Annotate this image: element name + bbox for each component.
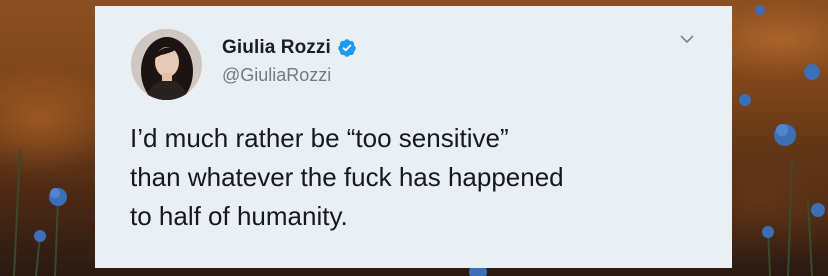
profile-photo-icon xyxy=(131,29,202,100)
background-photo: Giulia Rozzi @GiuliaRozzi I’d much rathe… xyxy=(0,0,828,276)
tweet-text: I’d much rather be “too sensitive” than … xyxy=(130,119,720,236)
tweet-text-line: to half of humanity. xyxy=(130,201,348,231)
chevron-down-icon[interactable] xyxy=(679,31,695,47)
tweet-text-line: I’d much rather be “too sensitive” xyxy=(130,123,509,153)
author-display-name[interactable]: Giulia Rozzi xyxy=(222,37,331,59)
tweet-text-line: than whatever the fuck has happened xyxy=(130,162,564,192)
author-name-row: Giulia Rozzi xyxy=(222,37,357,59)
tweet-card[interactable]: Giulia Rozzi @GiuliaRozzi I’d much rathe… xyxy=(95,6,732,268)
author-handle[interactable]: @GiuliaRozzi xyxy=(222,65,331,86)
author-avatar[interactable] xyxy=(131,29,202,100)
verified-badge-icon xyxy=(338,39,356,57)
